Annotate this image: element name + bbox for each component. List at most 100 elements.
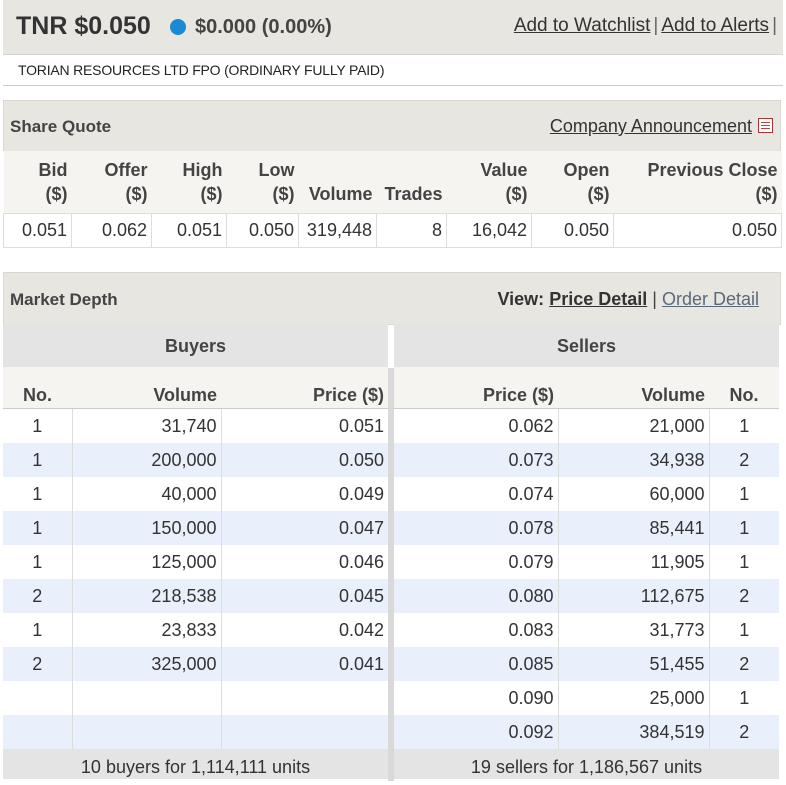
- seller-no: 1: [739, 619, 750, 640]
- seller-price: 0.073: [394, 443, 559, 477]
- seller-volume: 60,000: [558, 477, 710, 511]
- value-value: 16,042: [446, 213, 532, 248]
- view-separator: |: [652, 289, 657, 309]
- buyer-price: 0.042: [338, 619, 384, 640]
- buyer-price: [221, 715, 388, 749]
- seller-no: 2: [709, 443, 779, 477]
- buyer-row: [3, 681, 388, 715]
- volume-value: 319,448: [298, 213, 377, 248]
- buyer-volume: 23,833: [72, 613, 222, 647]
- sellers-col-no: No.: [709, 367, 779, 409]
- sellers-rows: 0.062 21,000 1 0.073 34,938 2 0.074 60,000 1 0.07…: [394, 408, 779, 749]
- seller-row: 0.092 384,519 2: [394, 715, 779, 749]
- seller-no: 1: [709, 511, 779, 545]
- market-depth-bar: Market Depth View: Price Detail | Order …: [3, 272, 781, 325]
- seller-volume: 21,000: [558, 408, 710, 443]
- view-switcher: View: Price Detail | Order Detail: [497, 289, 759, 310]
- order-detail-link[interactable]: Order Detail: [662, 289, 759, 309]
- price-change: $0.000 (0.00%): [195, 16, 332, 38]
- seller-no: 1: [739, 551, 750, 572]
- seller-price: 0.062: [394, 408, 559, 443]
- view-label: View:: [497, 289, 545, 309]
- sellers-summary: 19 sellers for 1,186,567 units: [394, 749, 779, 779]
- buyer-row: 1 150,000 0.047: [3, 511, 388, 545]
- buyer-volume: 31,740: [72, 408, 222, 443]
- buyer-no: 2: [3, 579, 73, 613]
- seller-price: 0.078: [394, 511, 559, 545]
- buyer-volume: [72, 715, 222, 749]
- link-separator: |: [653, 15, 659, 36]
- seller-no: 2: [709, 715, 779, 749]
- trades-value: 8: [376, 213, 447, 248]
- add-to-watchlist-link[interactable]: Add to Watchlist: [514, 15, 651, 36]
- buyer-volume: 150,000: [72, 511, 222, 545]
- seller-row: 0.083 31,773 1: [394, 613, 779, 647]
- buyer-price: 0.047: [221, 511, 388, 545]
- seller-volume: 112,675: [558, 579, 710, 613]
- buyers-rows: 1 31,740 0.051 1 200,000 0.050 1 40,000 0.049 1 15…: [3, 408, 388, 749]
- buyer-row: 1 200,000 0.050: [3, 443, 388, 477]
- offer-value: 0.062: [71, 213, 152, 248]
- buyer-volume: 125,000: [72, 545, 222, 579]
- company-name-row: TORIAN RESOURCES LTD FPO (ORDINARY FULLY…: [3, 55, 783, 86]
- buyer-no: 1: [3, 545, 73, 579]
- seller-no: 2: [709, 647, 779, 681]
- share-quote-header-row: Bid ($) Offer ($) High ($) Low ($) Volume Tr…: [3, 151, 782, 214]
- seller-price: 0.080: [394, 579, 559, 613]
- buyer-volume: [72, 681, 222, 715]
- buyers-title: Buyers: [3, 324, 388, 367]
- sellers-panel: Sellers Price ($) Volume No. 0.062 21,000…: [394, 324, 779, 779]
- buyer-no: 1: [3, 408, 73, 443]
- seller-volume: 384,519: [558, 715, 710, 749]
- buyer-price: 0.041: [221, 647, 388, 681]
- buyer-volume: 40,000: [72, 477, 222, 511]
- buyers-summary: 10 buyers for 1,114,111 units: [3, 749, 388, 779]
- seller-row: 0.090 25,000 1: [394, 681, 779, 715]
- add-to-alerts-link[interactable]: Add to Alerts: [661, 15, 769, 36]
- buyer-volume: 325,000: [72, 647, 222, 681]
- company-announcement-link[interactable]: Company Announcement: [550, 116, 752, 137]
- seller-no: 1: [739, 687, 750, 708]
- low-value: 0.050: [226, 213, 299, 248]
- col-low: Low ($): [226, 151, 299, 214]
- col-value: Value ($): [446, 151, 532, 214]
- sellers-col-volume: Volume: [558, 367, 709, 409]
- seller-price: 0.090: [394, 681, 559, 715]
- sellers-header-row: Price ($) Volume No.: [394, 367, 779, 409]
- seller-no: 1: [739, 415, 750, 436]
- sellers-title: Sellers: [394, 324, 779, 367]
- seller-row: 0.085 51,455 2: [394, 647, 779, 681]
- buyer-price: 0.046: [338, 551, 384, 572]
- buyer-price: 0.045: [221, 579, 388, 613]
- buyers-header-row: No. Volume Price ($): [3, 367, 388, 409]
- symbol-price: TNR $0.050: [16, 12, 151, 40]
- buyer-no: 1: [3, 511, 73, 545]
- seller-volume: 25,000: [558, 681, 710, 715]
- announcement-icon[interactable]: [758, 118, 773, 133]
- seller-volume: 31,773: [558, 613, 710, 647]
- price-detail-link[interactable]: Price Detail: [549, 289, 647, 309]
- seller-price: 0.083: [394, 613, 559, 647]
- buyer-price: [221, 681, 388, 715]
- share-quote-title: Share Quote: [10, 117, 112, 136]
- buyer-no: 1: [3, 613, 73, 647]
- sellers-col-price: Price ($): [394, 367, 558, 409]
- buyers-table: No. Volume Price ($) 1 31,740 0.051 1 200,00…: [3, 367, 388, 749]
- share-quote-bar: Share Quote Company Announcement: [3, 100, 781, 151]
- seller-volume: 11,905: [558, 545, 710, 579]
- buyer-price: 0.051: [338, 415, 384, 436]
- col-open: Open ($): [531, 151, 614, 214]
- seller-volume: 34,938: [558, 443, 710, 477]
- buyer-price: 0.049: [338, 483, 384, 504]
- seller-row: 0.074 60,000 1: [394, 477, 779, 511]
- seller-no: 1: [739, 483, 750, 504]
- quote-header: TNR $0.050 $0.000 (0.00%) Add to Watchli…: [3, 0, 783, 55]
- buyers-col-no: No.: [3, 367, 72, 409]
- previous-close-value: 0.050: [613, 213, 782, 248]
- buyer-row: 1 31,740 0.051: [3, 408, 388, 443]
- col-trades: Trades: [376, 151, 447, 214]
- buyer-no: 2: [3, 647, 73, 681]
- buyer-row: 2 325,000 0.041: [3, 647, 388, 681]
- seller-no: 2: [709, 579, 779, 613]
- buyer-row: [3, 715, 388, 749]
